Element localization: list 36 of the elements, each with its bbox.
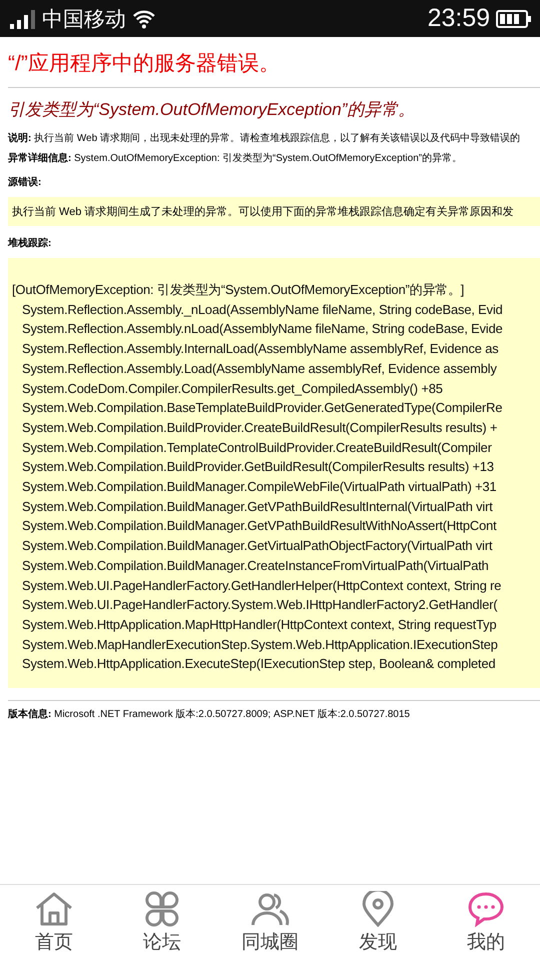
stack-trace-line: System.Web.UI.PageHandlerFactory.System.Web.IHttpHandlerFactory2.GetHandler( (21, 596, 498, 614)
stack-trace-label: 堆栈跟踪: (8, 236, 52, 250)
stack-trace-line: System.Reflection.Assembly._nLoad(AssemblyName fileName, String codeBase, Evid (21, 300, 504, 319)
stack-trace-line: System.Web.Compilation.BuildManager.GetVPathBuildResultInternal(VirtualPath virt (21, 498, 494, 516)
error-title: “/”应用程序中的服务器错误。 (8, 51, 281, 77)
carrier-name: 中国移动 (42, 6, 126, 32)
people-icon (250, 890, 290, 926)
stack-trace-line: System.Web.Compilation.BuildManager.GetVirtualPathObjectFactory(VirtualPath virt (21, 537, 494, 556)
version-info: 版本信息: Microsoft .NET Framework 版本:2.0.50727.8009; ASP.NET 版本:2.0.50727.8015 (8, 708, 411, 722)
stack-trace-line: System.Web.HttpApplication.MapHttpHandler(HttpContext context, String requestTyp (21, 616, 498, 634)
wifi-icon (132, 8, 156, 28)
stack-trace-line: System.Web.Compilation.BuildManager.CompileWebFile(VirtualPath virtualPath) +31 (21, 478, 498, 496)
stack-trace-line: System.Web.MapHandlerExecutionStep.System.Web.HttpApplication.IExecutionStep (21, 636, 499, 654)
stack-trace-line: System.Reflection.Assembly.Load(AssemblyName assemblyRef, Evidence assembly (21, 360, 498, 378)
description-text: 说明: 执行当前 Web 请求期间，出现未处理的异常。请检查堆栈跟踪信息，以了解有关该错误以及代码中导致错误的 (8, 132, 522, 145)
clock-time: 23:59 (427, 4, 490, 33)
error-subtitle: 引发类型为“System.OutOfMemoryException”的异常。 (8, 99, 416, 121)
stack-trace-line: System.Web.Compilation.BuildProvider.GetBuildResult(CompilerResults results) +13 (21, 458, 495, 476)
stack-trace-line: System.Web.Compilation.BuildManager.GetVPathBuildResultWithNoAssert(HttpCont (21, 517, 498, 536)
signal-icon (10, 8, 36, 28)
battery-icon (496, 8, 532, 28)
stack-trace-line: System.Web.Compilation.BuildProvider.CreateBuildResult(CompilerResults results) + (21, 418, 498, 437)
stack-trace-line: System.Reflection.Assembly.nLoad(AssemblyName fileName, String codeBase, Evide (21, 320, 504, 338)
stack-trace-line: System.Web.Compilation.TemplateControlBuildProvider.CreateBuildResult(Compiler (21, 438, 493, 457)
stack-trace-line: System.CodeDom.Compiler.CompilerResults.get_CompiledAssembly() +85 (21, 380, 444, 398)
stack-trace-line: System.Web.UI.PageHandlerFactory.GetHandlerHelper(HttpContext context, String re (21, 576, 502, 595)
home-icon (34, 890, 74, 926)
source-error-text: 执行当前 Web 请求期间生成了未处理的异常。可以使用下面的异常堆栈跟踪信息确定有关异常原因和发 (8, 197, 540, 226)
stack-trace-line: System.Reflection.Assembly.InternalLoad(AssemblyName assemblyRef, Evidence as (21, 340, 500, 358)
stack-trace-line: System.Web.Compilation.BuildManager.CreateInstanceFromVirtualPath(VirtualPath (21, 556, 490, 575)
stack-trace-line: [OutOfMemoryException: 引发类型为“System.OutOfMemoryException”的异常。] (12, 281, 466, 299)
exception-details: 异常详细信息: System.OutOfMemoryException: 引发类型为“System.OutOfMemoryException”的异常。 (8, 151, 463, 165)
chat-bubble-icon (466, 890, 506, 926)
source-error-label: 源错误: (8, 176, 42, 189)
stack-trace-line: System.Web.HttpApplication.ExecuteStep(IExecutionStep step, Boolean& completed (21, 655, 496, 674)
stack-trace-line: System.Web.Compilation.BaseTemplateBuildProvider.GetGeneratedType(CompilerRe (21, 399, 504, 418)
